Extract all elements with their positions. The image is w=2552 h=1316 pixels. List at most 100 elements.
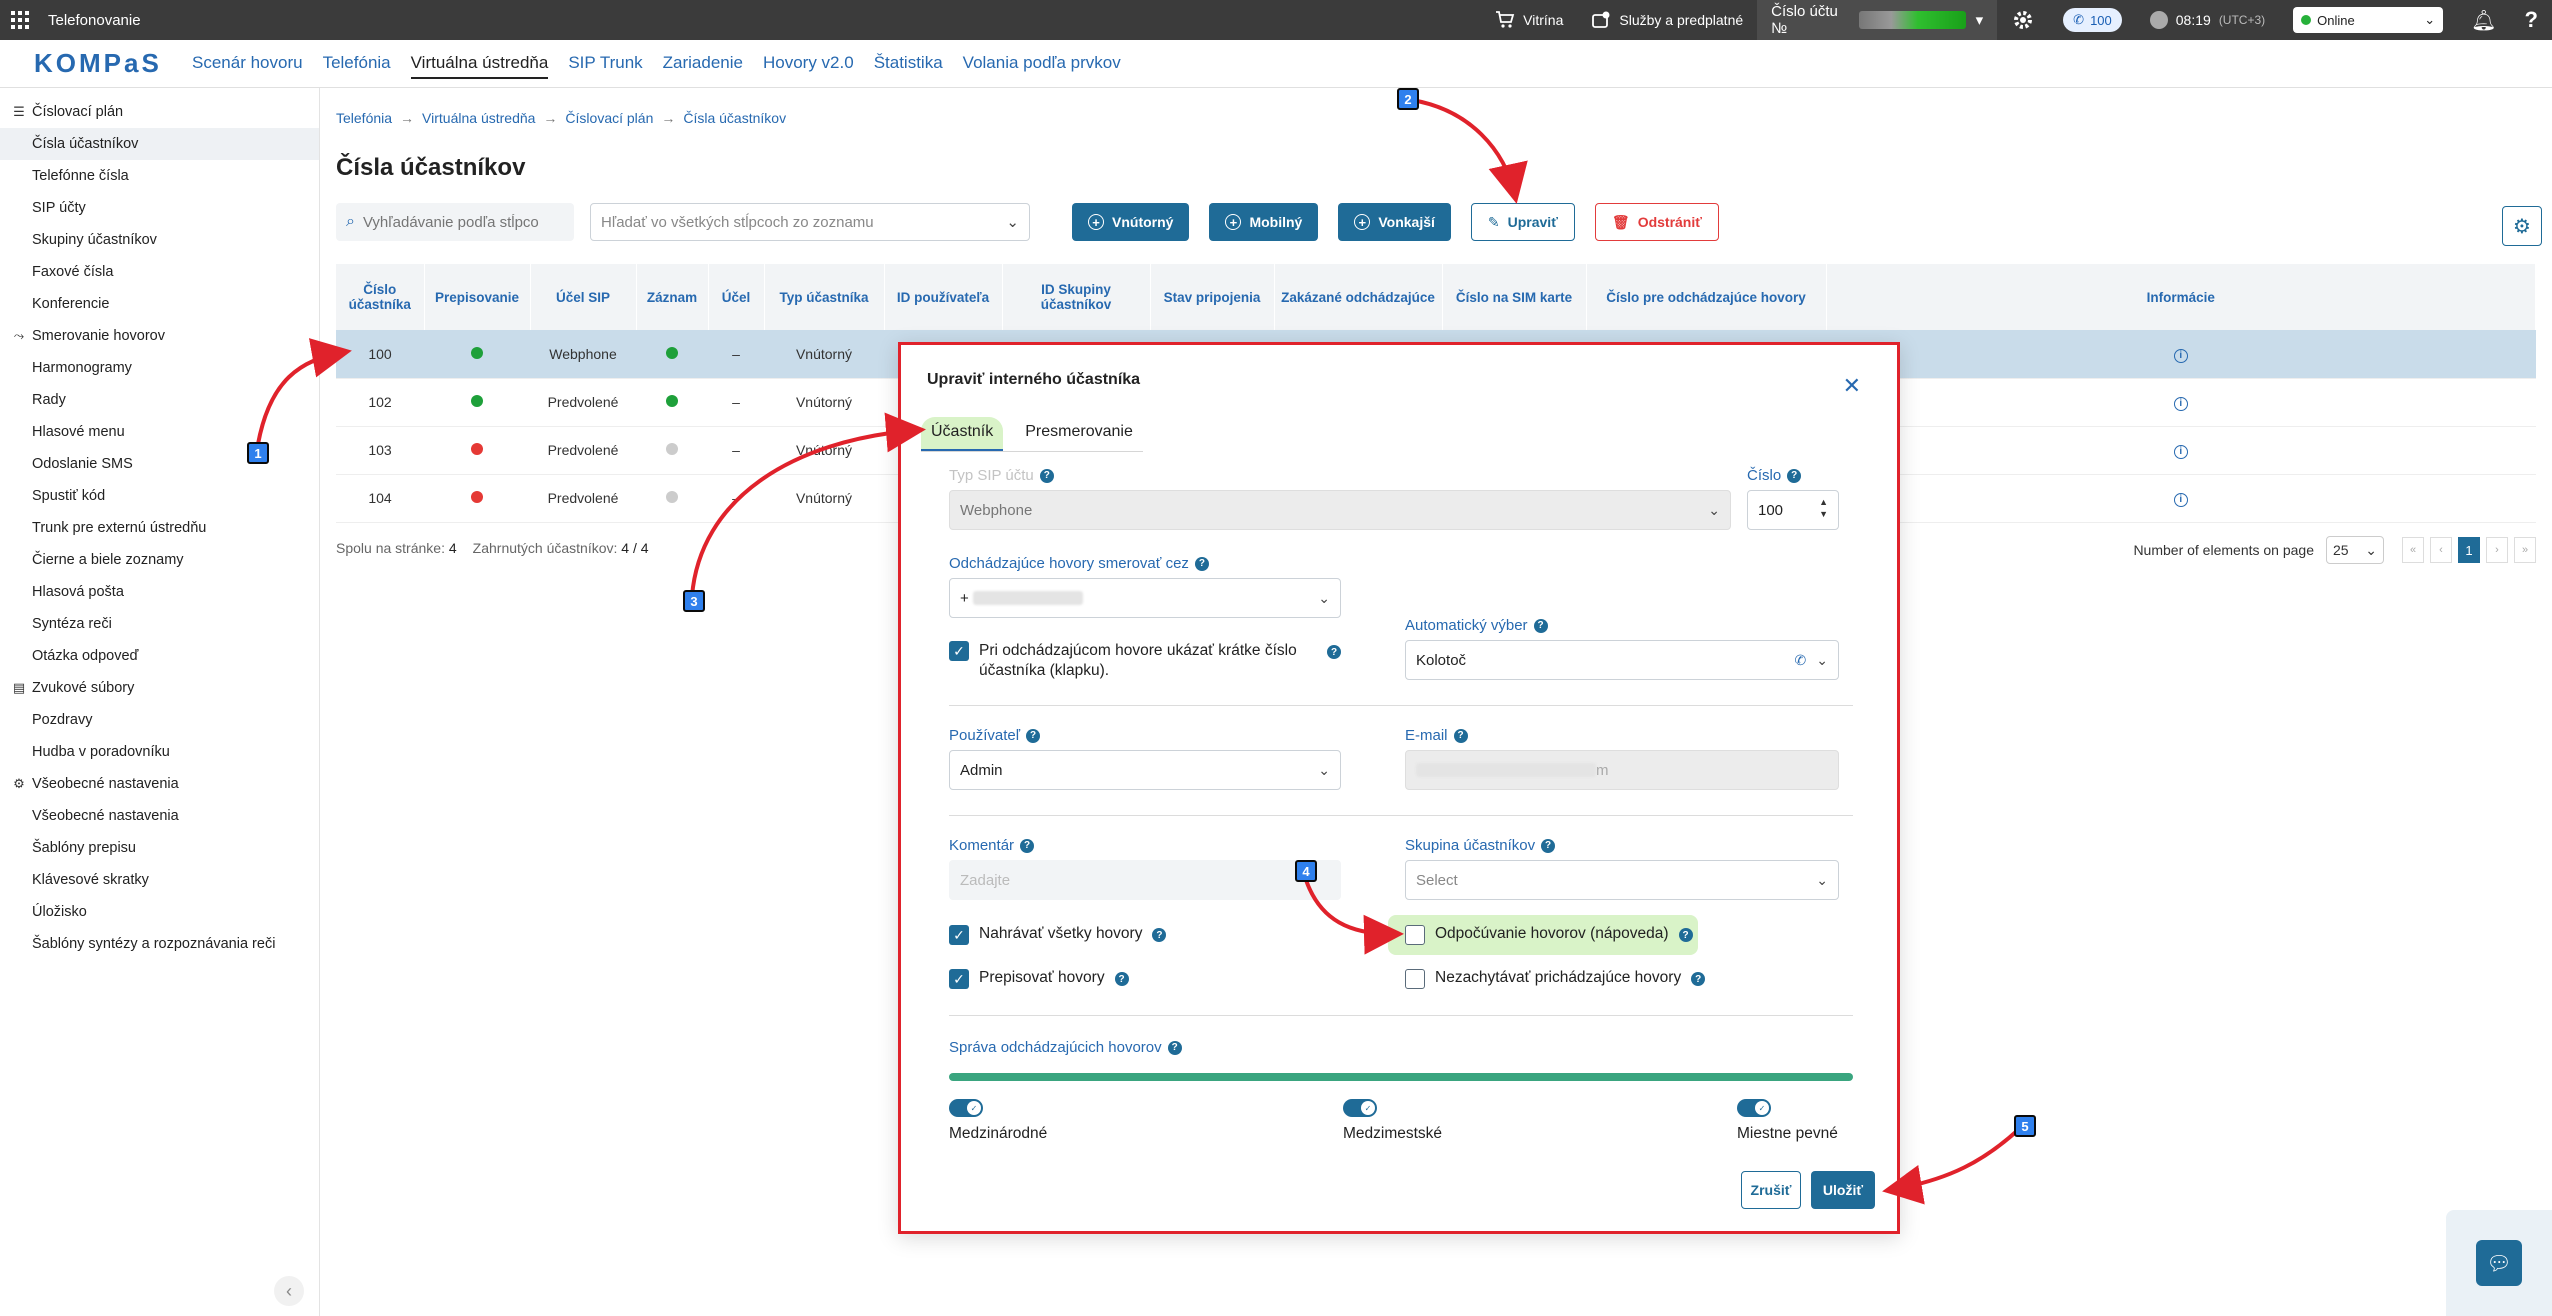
info-icon[interactable]: i bbox=[2173, 348, 2188, 363]
info-icon[interactable]: i bbox=[2173, 396, 2188, 411]
toggle-intercity[interactable]: ✓ bbox=[1343, 1099, 1377, 1117]
number-input[interactable]: 100 ▲ ▼ bbox=[1747, 490, 1839, 530]
sidebar-item-run-code[interactable]: Spustiť kód bbox=[0, 480, 319, 512]
help-icon[interactable]: ? bbox=[1026, 728, 1041, 743]
services-link[interactable]: Služby a predplatné bbox=[1577, 0, 1757, 40]
sidebar-item-storage[interactable]: Úložisko bbox=[0, 896, 319, 928]
page-button-current[interactable]: 1 bbox=[2458, 537, 2480, 563]
first-page-button[interactable]: « bbox=[2402, 537, 2424, 563]
col-sip-purpose[interactable]: Účel SIP bbox=[530, 264, 637, 330]
sidebar-item-general-settings[interactable]: Všeobecné nastavenia bbox=[0, 800, 319, 832]
page-size-select[interactable]: 25 ⌄ bbox=[2326, 536, 2384, 564]
breadcrumb-numbering-plan[interactable]: Číslovací plán bbox=[565, 110, 653, 126]
group-select[interactable]: Select ⌄ bbox=[1405, 860, 1839, 900]
outgoing-route-select[interactable]: + ⌄ bbox=[949, 578, 1341, 618]
sidebar-item-voicemail[interactable]: Hlasová pošta bbox=[0, 576, 319, 608]
showcase-link[interactable]: Vitrína bbox=[1481, 0, 1577, 40]
nav-devices[interactable]: Zariadenie bbox=[663, 49, 743, 79]
sidebar-group-general-settings[interactable]: ⚙ Všeobecné nastavenia bbox=[0, 768, 319, 800]
help-icon[interactable]: ? bbox=[2511, 0, 2552, 40]
nav-sip-trunk[interactable]: SIP Trunk bbox=[568, 49, 642, 79]
sidebar-item-hold-music[interactable]: Hudba v poradovníku bbox=[0, 736, 319, 768]
chevron-up-icon[interactable]: ▲ bbox=[1819, 497, 1828, 507]
col-user-id[interactable]: ID používateľa bbox=[884, 264, 1003, 330]
auto-select-select[interactable]: Kolotoč ✆ ⌄ bbox=[1405, 640, 1839, 680]
col-purpose[interactable]: Účel bbox=[708, 264, 765, 330]
no-intercept-checkbox[interactable]: Nezachytávať prichádzajúce hovory? bbox=[1405, 969, 1706, 989]
col-record[interactable]: Záznam bbox=[636, 264, 709, 330]
record-all-checkbox[interactable]: ✓ Nahrávať všetky hovory? bbox=[949, 925, 1167, 945]
save-button[interactable]: Uložiť bbox=[1811, 1171, 1875, 1209]
add-external-button[interactable]: + Vonkajší bbox=[1338, 203, 1451, 241]
col-outgoing-number[interactable]: Číslo pre odchádzajúce hovory bbox=[1586, 264, 1827, 330]
sidebar-group-audio-files[interactable]: ▤ Zvukové súbory bbox=[0, 672, 319, 704]
chat-bubble-icon[interactable]: 💬︎ bbox=[2476, 1240, 2522, 1286]
col-number[interactable]: Číslo účastníka bbox=[336, 264, 425, 330]
sidebar-item-voice-menu[interactable]: Hlasové menu bbox=[0, 416, 319, 448]
sidebar-item-queues[interactable]: Rady bbox=[0, 384, 319, 416]
sidebar-item-speech-templates[interactable]: Šablóny syntézy a rozpoznávania reči bbox=[0, 928, 319, 960]
col-info[interactable]: Informácie bbox=[1826, 264, 2536, 330]
col-transcribe[interactable]: Prepisovanie bbox=[424, 264, 531, 330]
col-type[interactable]: Typ účastníka bbox=[764, 264, 885, 330]
sidebar-item-speech-synthesis[interactable]: Syntéza reči bbox=[0, 608, 319, 640]
active-calls-badge[interactable]: ✆ 100 bbox=[2063, 8, 2122, 32]
next-page-button[interactable]: › bbox=[2486, 537, 2508, 563]
sidebar-item-subscriber-numbers[interactable]: Čísla účastníkov bbox=[0, 128, 319, 160]
nav-statistics[interactable]: Štatistika bbox=[874, 49, 943, 79]
nav-virtual-pbx[interactable]: Virtuálna ústredňa bbox=[410, 49, 549, 79]
help-icon[interactable]: ? bbox=[1327, 645, 1341, 659]
sidebar-group-numbering-plan[interactable]: ☰ Číslovací plán bbox=[0, 96, 319, 128]
kompas-logo[interactable]: KOMPaS bbox=[34, 48, 174, 79]
nav-telephony[interactable]: Telefónia bbox=[323, 49, 391, 79]
listen-calls-checkbox[interactable]: Odpočúvanie hovorov (nápoveda)? bbox=[1405, 925, 1693, 945]
chevron-down-icon[interactable]: ▼ bbox=[1819, 509, 1828, 519]
sidebar-item-external-trunk[interactable]: Trunk pre externú ústredňu bbox=[0, 512, 319, 544]
account-selector[interactable]: Číslo účtu № ▾ bbox=[1757, 0, 1998, 40]
prev-page-button[interactable]: ‹ bbox=[2430, 537, 2452, 563]
number-stepper[interactable]: ▲ ▼ bbox=[1819, 497, 1828, 519]
sidebar-item-transcription-templates[interactable]: Šablóny prepisu bbox=[0, 832, 319, 864]
settings-gear-icon[interactable] bbox=[1997, 0, 2049, 40]
apps-grid-icon[interactable] bbox=[0, 0, 40, 40]
sidebar-item-question-answer[interactable]: Otázka odpoveď bbox=[0, 640, 319, 672]
avatar[interactable] bbox=[2149, 11, 2168, 29]
col-blocked-outgoing[interactable]: Zakázané odchádzajúce bbox=[1274, 264, 1443, 330]
transcribe-checkbox[interactable]: ✓ Prepisovať hovory? bbox=[949, 969, 1129, 989]
col-sim-number[interactable]: Číslo na SIM karte bbox=[1442, 264, 1587, 330]
help-icon[interactable]: ? bbox=[1152, 928, 1167, 942]
add-mobile-button[interactable]: + Mobilný bbox=[1209, 203, 1319, 241]
column-search-input[interactable] bbox=[362, 213, 553, 231]
nav-scenario[interactable]: Scenár hovoru bbox=[192, 49, 303, 79]
tab-subscriber[interactable]: Účastník bbox=[921, 417, 1004, 451]
sidebar-item-shortcuts[interactable]: Klávesové skratky bbox=[0, 864, 319, 896]
filter-columns-select[interactable]: Hľadať vo všetkých stĺpcoch zo zoznamu ⌄ bbox=[590, 203, 1030, 241]
sidebar-item-sip-accounts[interactable]: SIP účty bbox=[0, 192, 319, 224]
info-icon[interactable]: i bbox=[2173, 444, 2188, 459]
last-page-button[interactable]: » bbox=[2514, 537, 2536, 563]
toggle-international[interactable]: ✓ bbox=[949, 1099, 983, 1117]
help-icon[interactable]: ? bbox=[1114, 972, 1129, 986]
col-connection[interactable]: Stav pripojenia bbox=[1150, 264, 1275, 330]
cancel-button[interactable]: Zrušiť bbox=[1741, 1171, 1801, 1209]
delete-button[interactable]: 🗑︎ Odstrániť bbox=[1594, 203, 1719, 241]
sidebar-item-subscriber-groups[interactable]: Skupiny účastníkov bbox=[0, 224, 319, 256]
comment-input[interactable]: Zadajte bbox=[949, 860, 1341, 900]
toggle-local[interactable]: ✓ bbox=[1737, 1099, 1771, 1117]
sidebar-group-call-routing[interactable]: ⤳ Smerovanie hovorov bbox=[0, 320, 319, 352]
sidebar-item-send-sms[interactable]: Odoslanie SMS bbox=[0, 448, 319, 480]
help-icon[interactable]: ? bbox=[1787, 468, 1802, 483]
col-group-id[interactable]: ID Skupiny účastníkov bbox=[1002, 264, 1151, 330]
nav-calls-by-element[interactable]: Volania podľa prvkov bbox=[963, 49, 1121, 79]
bell-icon[interactable]: 🔔︎ bbox=[2457, 0, 2510, 40]
sidebar-item-black-white-lists[interactable]: Čierne a biele zoznamy bbox=[0, 544, 319, 576]
sidebar-collapse-chevron-left-icon[interactable]: ‹ bbox=[274, 1276, 304, 1306]
info-icon[interactable]: i bbox=[2173, 492, 2188, 507]
nav-calls-v2[interactable]: Hovory v2.0 bbox=[763, 49, 854, 79]
sidebar-item-greetings[interactable]: Pozdravy bbox=[0, 704, 319, 736]
help-icon[interactable]: ? bbox=[1167, 1040, 1182, 1055]
table-settings-gear-icon[interactable]: ⚙ bbox=[2502, 206, 2542, 246]
sidebar-item-conferences[interactable]: Konferencie bbox=[0, 288, 319, 320]
help-icon[interactable]: ? bbox=[1020, 838, 1035, 853]
add-internal-button[interactable]: + Vnútorný bbox=[1072, 203, 1190, 241]
